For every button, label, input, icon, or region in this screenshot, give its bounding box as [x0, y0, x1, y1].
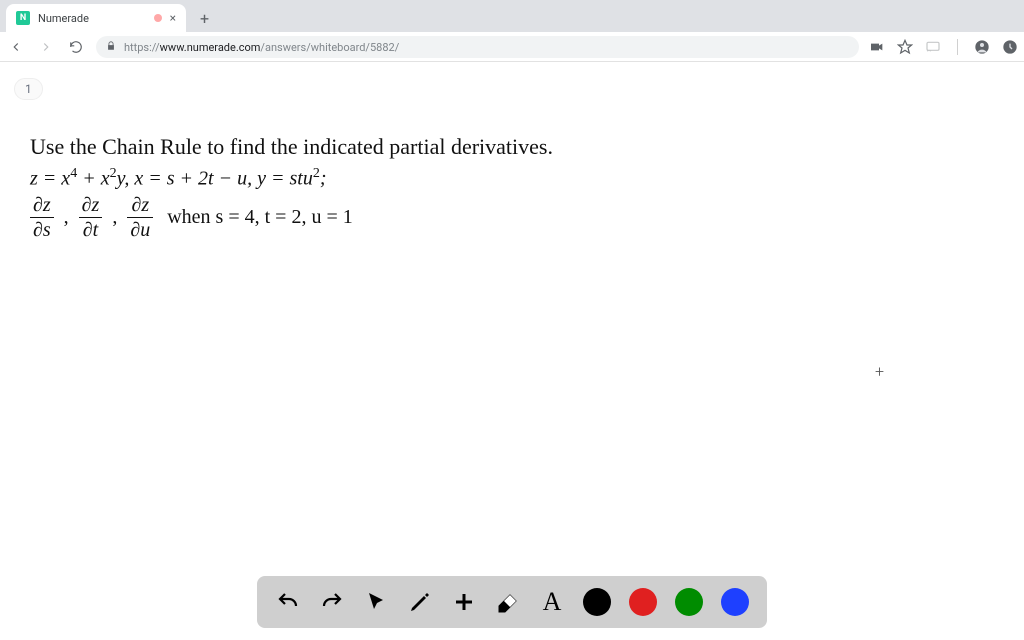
whiteboard-toolbar: A — [257, 576, 767, 628]
problem-equation: z = x4 + x2y, x = s + 2t − u, y = stu2; — [30, 166, 984, 191]
pen-tool[interactable] — [407, 589, 433, 615]
tab-close-icon[interactable]: × — [170, 11, 176, 25]
problem-condition: when s = 4, t = 2, u = 1 — [167, 206, 353, 229]
new-tab-button[interactable]: + — [194, 4, 215, 32]
reload-button[interactable] — [66, 40, 86, 54]
browser-action-icons — [869, 39, 1018, 55]
menu-icon[interactable] — [1002, 39, 1018, 55]
star-icon[interactable] — [897, 39, 913, 55]
favicon-icon: N — [16, 11, 30, 25]
problem-prompt: Use the Chain Rule to find the indicated… — [30, 134, 984, 160]
recording-indicator-icon — [154, 14, 162, 22]
color-red[interactable] — [629, 588, 657, 616]
address-bar-row: https://www.numerade.com/answers/whitebo… — [0, 32, 1024, 62]
color-blue[interactable] — [721, 588, 749, 616]
separator — [957, 39, 958, 55]
camera-icon[interactable] — [869, 39, 885, 55]
address-bar[interactable]: https://www.numerade.com/answers/whitebo… — [96, 36, 859, 58]
add-tool[interactable] — [451, 589, 477, 615]
partial-dz-ds: ∂z ∂s — [30, 195, 54, 240]
back-button[interactable] — [6, 40, 26, 54]
tab-title: Numerade — [38, 12, 146, 25]
browser-tab[interactable]: N Numerade × — [6, 4, 186, 32]
redo-button[interactable] — [319, 589, 345, 615]
problem-statement: Use the Chain Rule to find the indicated… — [30, 134, 984, 240]
pointer-tool[interactable] — [363, 589, 389, 615]
color-green[interactable] — [675, 588, 703, 616]
lock-icon — [106, 41, 116, 54]
page-number-indicator[interactable]: 1 — [14, 78, 43, 100]
partial-dz-du: ∂z ∂u — [127, 195, 153, 240]
text-tool[interactable]: A — [539, 589, 565, 615]
separator: , — [112, 206, 117, 229]
tab-strip: N Numerade × + — [0, 0, 1024, 32]
profile-icon[interactable] — [974, 39, 990, 55]
whiteboard-page: 1 Use the Chain Rule to find the indicat… — [0, 62, 1024, 640]
problem-partials: ∂z ∂s , ∂z ∂t , ∂z ∂u when s = 4, t = 2,… — [30, 195, 984, 240]
separator: , — [64, 206, 69, 229]
color-black[interactable] — [583, 588, 611, 616]
canvas-cursor-icon: + — [875, 362, 884, 381]
cast-icon[interactable] — [925, 39, 941, 55]
undo-button[interactable] — [275, 589, 301, 615]
forward-button[interactable] — [36, 40, 56, 54]
partial-dz-dt: ∂z ∂t — [79, 195, 103, 240]
eraser-tool[interactable] — [495, 589, 521, 615]
url-text: https://www.numerade.com/answers/whitebo… — [124, 41, 399, 54]
browser-chrome: N Numerade × + https://www.numerade.com/… — [0, 0, 1024, 62]
